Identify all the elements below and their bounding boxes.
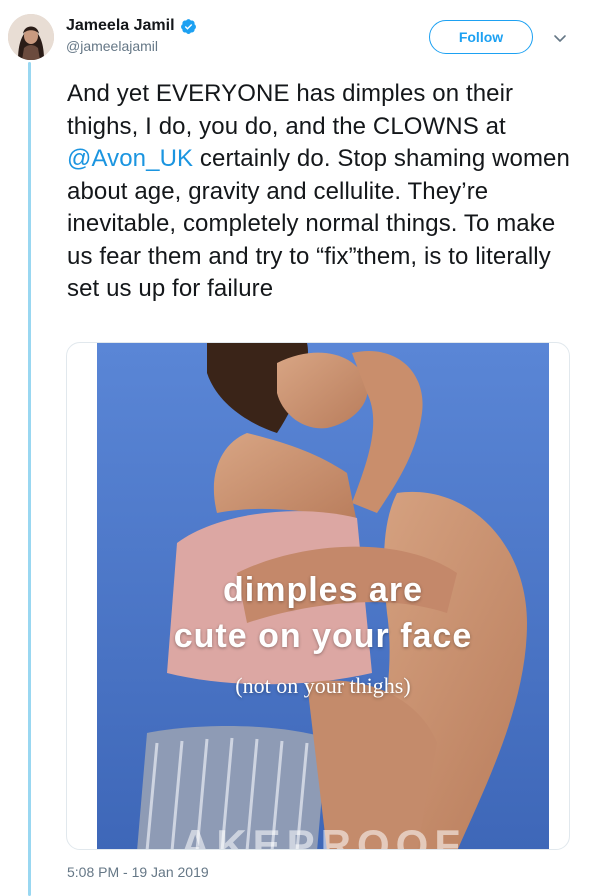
- media-card[interactable]: dimples are cute on your face (not on yo…: [66, 342, 570, 850]
- chevron-down-icon[interactable]: [552, 30, 568, 46]
- thread-line: [28, 62, 31, 896]
- avatar-image: [8, 14, 54, 60]
- tweet-text: And yet EVERYONE has dimples on their th…: [67, 78, 587, 306]
- tweet-timestamp[interactable]: 5:08 PM - 19 Jan 2019: [67, 864, 209, 880]
- follow-button[interactable]: Follow: [429, 20, 533, 54]
- avatar[interactable]: [8, 14, 54, 60]
- author-name[interactable]: Jameela Jamil: [66, 17, 175, 35]
- mention-link[interactable]: @Avon_UK: [67, 145, 193, 172]
- media-image[interactable]: dimples are cute on your face (not on yo…: [97, 343, 549, 850]
- overlay-text-1: dimples are: [223, 571, 423, 609]
- author-handle[interactable]: @jameelajamil: [66, 38, 197, 54]
- overlay-text-2: cute on your face: [173, 617, 473, 655]
- author-block: Jameela Jamil @jameelajamil: [66, 17, 197, 54]
- verified-badge-icon: [180, 18, 196, 34]
- overlay-text-3: (not on your thighs): [235, 673, 411, 698]
- name-row: Jameela Jamil: [66, 17, 197, 35]
- tweet-text-part-1: And yet EVERYONE has dimples on their th…: [67, 80, 514, 140]
- watermark-text: AKEPROOF: [179, 821, 466, 850]
